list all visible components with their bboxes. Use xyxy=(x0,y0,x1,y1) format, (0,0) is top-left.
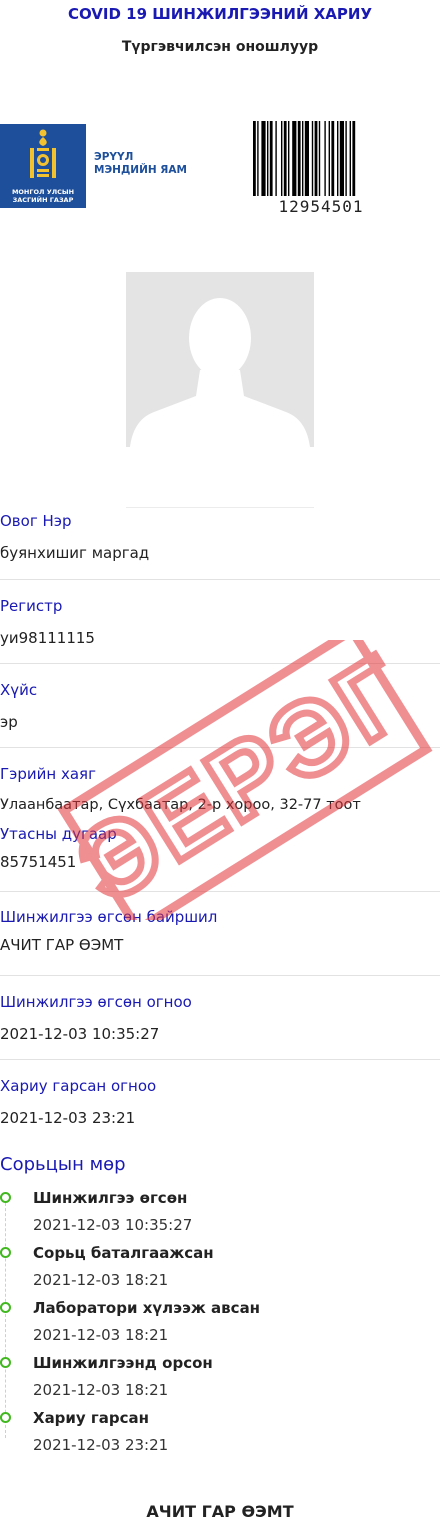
barcode-bar xyxy=(318,121,321,196)
barcode-bar xyxy=(292,121,297,196)
barcode-bar xyxy=(269,121,273,196)
barcode xyxy=(253,121,356,196)
footer-organization: АЧИТ ГАР ӨЭМТ xyxy=(146,1502,294,1521)
barcode-bar xyxy=(349,121,351,196)
timeline-item-title: Сорьц баталгаажсан xyxy=(33,1244,214,1262)
barcode-bar xyxy=(281,121,283,196)
field-test-date: Шинжилгээ өгсөн огноо 2021-12-03 10:35:2… xyxy=(0,993,440,1043)
field-name: Овог Нэр буянхишиг маргад xyxy=(0,512,440,562)
page-title: COVID 19 ШИНЖИЛГЭЭНИЙ ХАРИУ xyxy=(67,5,373,23)
field-register: Регистр уи98111115 xyxy=(0,597,440,647)
barcode-bar xyxy=(297,121,301,196)
field-label: Гэрийн хаяг xyxy=(0,765,96,783)
timeline-dot-icon xyxy=(0,1357,11,1368)
soyombo-icon xyxy=(30,129,56,178)
field-label: Хариу гарсан огноо xyxy=(0,1077,157,1095)
field-value: буянхишиг маргад xyxy=(0,544,150,562)
field-value: уи98111115 xyxy=(0,629,95,647)
barcode-bar xyxy=(261,121,266,196)
page-subtitle: Түргэвчилсэн оношлуур xyxy=(121,39,319,55)
timeline-item-time: 2021-12-03 18:21 xyxy=(33,1326,169,1344)
emblem-text-line2: ЗАСГИЙН ГАЗАР xyxy=(12,196,74,204)
barcode-bar xyxy=(288,121,290,196)
barcode-bar xyxy=(275,121,277,196)
barcode-bar xyxy=(302,121,304,196)
divider xyxy=(0,663,440,664)
timeline-dot-icon xyxy=(0,1412,11,1423)
field-label: Хүйс xyxy=(0,681,38,699)
barcode-bar xyxy=(257,121,259,196)
timeline-item-time: 2021-12-03 18:21 xyxy=(33,1381,169,1399)
government-emblem-logo: МОНГОЛ УЛСЫН ЗАСГИЙН ГАЗАР xyxy=(0,124,86,208)
barcode-bar xyxy=(314,121,318,196)
barcode-bar xyxy=(337,121,339,196)
barcode-bar xyxy=(352,121,356,196)
field-label: Шинжилгээ өгсөн огноо xyxy=(0,993,192,1011)
barcode-bar xyxy=(339,121,344,196)
timeline-item-time: 2021-12-03 18:21 xyxy=(33,1271,169,1289)
field-value: эр xyxy=(0,713,18,731)
ministry-name: ЭРҮҮЛ МЭНДИЙН ЯАМ xyxy=(94,151,187,177)
barcode-bar xyxy=(253,121,256,196)
divider xyxy=(0,579,440,580)
user-silhouette-icon xyxy=(130,298,310,447)
field-label: Шинжилгээ өгсөн байршил xyxy=(0,908,218,926)
field-address: Гэрийн хаяг Улаанбаатар, Сүхбаатар, 2-р … xyxy=(0,765,440,813)
field-location: Шинжилгээ өгсөн байршил АЧИТ ГАР ӨЭМТ xyxy=(0,908,440,954)
field-value: 85751451 xyxy=(0,853,77,871)
divider xyxy=(0,747,440,748)
timeline-item-time: 2021-12-03 23:21 xyxy=(33,1436,169,1454)
barcode-bar xyxy=(311,121,314,196)
timeline-item-title: Хариу гарсан xyxy=(33,1409,150,1427)
timeline-item-title: Шинжилгээнд орсон xyxy=(33,1354,213,1372)
emblem-text-line1: МОНГОЛ УЛСЫН xyxy=(11,188,75,196)
timeline-item-title: Шинжилгээ өгсөн xyxy=(33,1189,188,1207)
timeline-title: Сорьцын мөр xyxy=(0,1154,126,1175)
field-value: АЧИТ ГАР ӨЭМТ xyxy=(0,936,124,954)
barcode-bar xyxy=(304,121,309,196)
timeline-line xyxy=(5,1198,6,1438)
timeline-dot-icon xyxy=(0,1192,11,1203)
field-value: Улаанбаатар, Сүхбаатар, 2-р хороо, 32-77… xyxy=(0,797,361,813)
field-label: Регистр xyxy=(0,597,63,615)
barcode-bar xyxy=(324,121,326,196)
field-result-date: Хариу гарсан огноо 2021-12-03 23:21 xyxy=(0,1077,440,1127)
barcode-bar xyxy=(283,121,287,196)
barcode-bar xyxy=(331,121,335,196)
barcode-number: 12954501 xyxy=(278,197,364,216)
divider xyxy=(0,1059,440,1060)
barcode-bar xyxy=(345,121,347,196)
ministry-line1: ЭРҮҮЛ xyxy=(94,151,134,163)
ministry-line2: МЭНДИЙН ЯАМ xyxy=(94,164,187,176)
barcode-bar xyxy=(328,121,330,196)
field-value: 2021-12-03 10:35:27 xyxy=(0,1025,160,1043)
timeline-dot-icon xyxy=(0,1247,11,1258)
timeline-item-time: 2021-12-03 10:35:27 xyxy=(33,1216,193,1234)
timeline-dot-icon xyxy=(0,1302,11,1313)
user-photo xyxy=(126,272,314,447)
divider xyxy=(0,975,440,976)
field-label: Овог Нэр xyxy=(0,512,72,530)
field-phone: Утасны дугаар 85751451 xyxy=(0,825,440,871)
timeline-item-title: Лаборатори хүлээж авсан xyxy=(33,1299,261,1317)
field-gender: Хүйс эр xyxy=(0,681,440,731)
field-label: Утасны дугаар xyxy=(0,825,117,843)
divider xyxy=(126,507,314,508)
barcode-bar xyxy=(267,121,269,196)
field-value: 2021-12-03 23:21 xyxy=(0,1109,136,1127)
divider xyxy=(0,891,440,892)
